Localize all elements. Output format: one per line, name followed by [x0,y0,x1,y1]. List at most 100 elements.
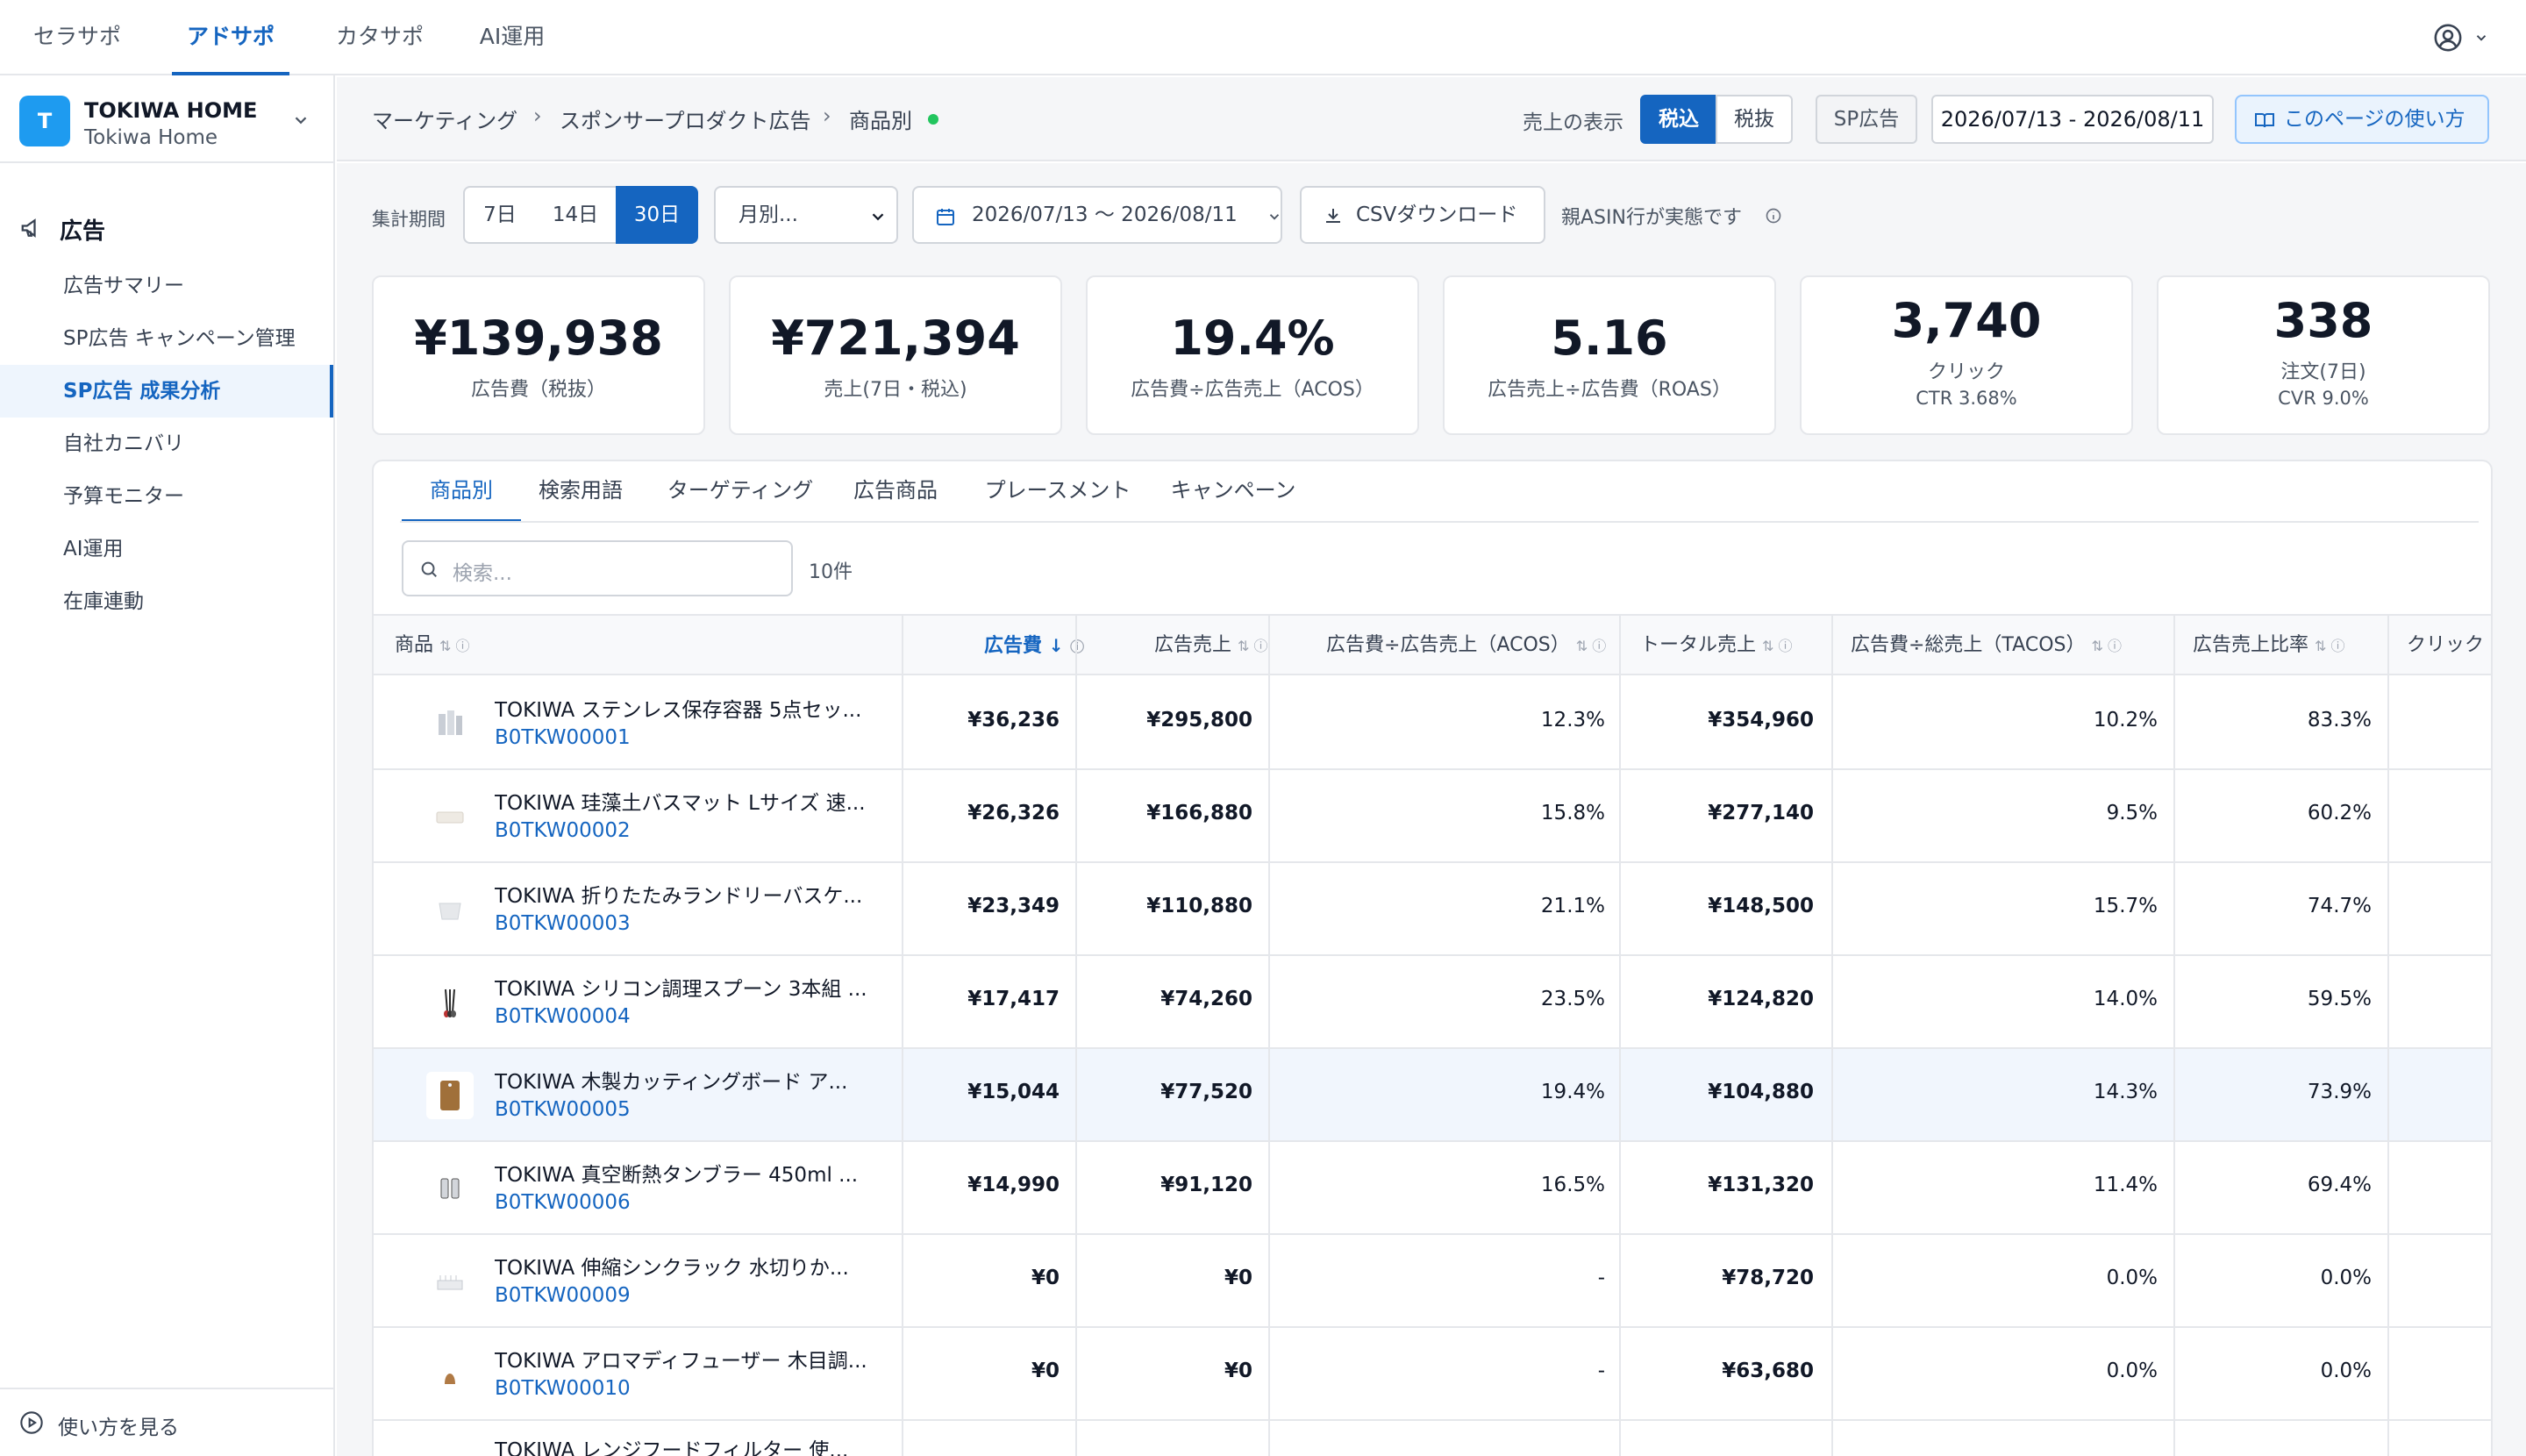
sidebar-item-ad-summary[interactable]: 広告サマリー [0,260,333,312]
csv-download-button[interactable]: CSVダウンロード [1300,186,1545,244]
product-asin-link[interactable]: B0TKW00010 [495,1377,631,1400]
cell-total-sales: ¥78,720 [1722,1267,1814,1289]
product-thumbnail [426,1072,474,1119]
column-header-ad-sales[interactable]: 広告売上 ⇅ ⓘ [1154,616,1268,675]
product-asin-link[interactable]: B0TKW00005 [495,1098,631,1121]
date-range-value: 2026/07/13 〜 2026/08/11 [972,203,1238,226]
kpi-label: 広告費（税抜） [470,379,606,401]
product-asin-link[interactable]: B0TKW00004 [495,1005,631,1028]
product-thumbnail [426,1258,474,1305]
header-date-range[interactable]: 2026/07/13 - 2026/08/11 [1931,95,2214,144]
top-tab-ai[interactable]: AI運用 [467,0,558,75]
product-asin-link[interactable]: B0TKW00006 [495,1191,631,1214]
column-divider [1268,614,1270,1456]
product-asin-link[interactable]: B0TKW00001 [495,726,631,749]
sidebar-item-budget[interactable]: 予算モニター [0,470,333,523]
sidebar-help-label: 使い方を見る [58,1417,179,1439]
product-thumbnail [426,1351,474,1398]
cell-total-sales: ¥131,320 [1708,1174,1814,1196]
kpi-card-clicks: 3,740 クリック CTR 3.68% [1800,275,2133,435]
analysis-table-panel: 商品別 検索用語 ターゲティング 広告商品 プレースメント キャンペーン 検索.… [372,460,2493,1456]
cell-ad-sales-ratio: 59.5% [2307,988,2372,1010]
granularity-select[interactable]: 月別... [714,186,898,244]
breadcrumb-marketing[interactable]: マーケティング [372,103,517,134]
kpi-subvalue: CTR 3.68% [1916,388,2017,409]
cell-ad-sales-ratio: 83.3% [2307,709,2372,732]
store-subname: Tokiwa Home [84,126,218,149]
cell-total-sales: ¥124,820 [1708,988,1814,1010]
tab-campaign[interactable]: キャンペーン [1161,461,1305,523]
parent-asin-note: 親ASIN行が実態です [1561,202,1781,230]
product-asin-link[interactable]: B0TKW00009 [495,1284,631,1307]
top-tab-katasapo[interactable]: カタサポ [321,0,439,75]
breadcrumb-separator: › [533,103,542,128]
sidebar: T TOKIWA HOME Tokiwa Home 広告 広告サマリー SP広告… [0,75,335,1456]
main-content: 集計期間 7日 14日 30日 月別... 2026/07/13 〜 2026/… [337,163,2526,1456]
cell-ad-sales: ¥110,880 [1146,895,1252,917]
kpi-value: 19.4% [1170,310,1335,366]
breadcrumb-sp-ads[interactable]: スポンサープロダクト広告 [560,103,811,134]
cell-total-sales: ¥148,500 [1708,895,1814,917]
calendar-icon [937,209,954,225]
period-30d-button[interactable]: 30日 [616,186,698,244]
kpi-label: クリック [1927,361,2005,383]
kpi-label: 広告売上÷広告費（ROAS） [1488,379,1731,401]
sidebar-item-cannibal[interactable]: 自社カニバリ [0,418,333,470]
column-header-tacos[interactable]: 広告費÷総売上（TACOS） ⇅ ⓘ [1851,616,2122,675]
cell-ad-sales: ¥77,520 [1160,1081,1252,1103]
user-menu[interactable] [2433,23,2494,53]
howto-button[interactable]: このページの使い方 [2235,95,2489,144]
chevron-down-icon [1269,214,1280,220]
column-header-ad-sales-ratio[interactable]: 広告売上比率 ⇅ ⓘ [2193,616,2345,675]
store-switcher[interactable]: T TOKIWA HOME Tokiwa Home [0,75,333,163]
chevron-down-icon [872,213,884,221]
column-header-total-sales[interactable]: トータル売上 ⇅ ⓘ [1640,616,1793,675]
cell-ad-sales-ratio: 60.2% [2307,802,2372,824]
ad-type-badge[interactable]: SP広告 [1816,95,1917,144]
tab-divider [400,521,2479,523]
tax-out-toggle[interactable]: 税抜 [1716,95,1793,144]
product-thumbnail [426,1165,474,1212]
granularity-value: 月別... [739,203,798,226]
kpi-value: 5.16 [1551,310,1668,366]
breadcrumb-current: 商品別 [849,109,912,133]
store-logo: T [19,96,70,146]
column-header-product[interactable]: 商品 ⇅ ⓘ [395,616,470,675]
search-placeholder: 検索... [453,562,512,585]
sidebar-item-sp-analysis[interactable]: SP広告 成果分析 [0,365,333,418]
tax-in-toggle[interactable]: 税込 [1640,95,1717,144]
cell-ad-sales-ratio: 74.7% [2307,895,2372,917]
top-tab-serasapo[interactable]: セラサポ [18,0,137,75]
date-range-picker[interactable]: 2026/07/13 〜 2026/08/11 [912,186,1282,244]
column-header-acos[interactable]: 広告費÷広告売上（ACOS） ⇅ ⓘ [1326,616,1606,675]
column-divider [2173,614,2175,1456]
sidebar-item-sp-campaign[interactable]: SP広告 キャンペーン管理 [0,312,333,365]
period-7d-button[interactable]: 7日 [463,186,537,244]
info-icon[interactable] [1765,207,1782,225]
sidebar-item-ai[interactable]: AI運用 [0,523,333,575]
sidebar-help-link[interactable]: 使い方を見る [0,1388,333,1456]
period-label: 集計期間 [372,209,446,230]
period-14d-button[interactable]: 14日 [535,186,617,244]
table-search[interactable]: 検索... [402,540,793,596]
csv-download-label: CSVダウンロード [1356,203,1518,226]
play-circle-icon [20,1411,43,1434]
book-icon [2255,113,2274,128]
product-asin-link[interactable]: B0TKW00002 [495,819,631,842]
tab-by-product[interactable]: 商品別 [402,461,521,523]
tab-targeting[interactable]: ターゲティング [654,461,826,523]
user-circle-icon [2434,24,2462,52]
product-name: TOKIWA レンジフードフィルター 使... [495,1439,849,1456]
product-asin-link[interactable]: B0TKW00003 [495,912,631,935]
download-icon [1326,209,1340,223]
tab-placement[interactable]: プレースメント [970,461,1145,523]
tab-ad-products[interactable]: 広告商品 [838,461,953,523]
sidebar-item-inventory[interactable]: 在庫連動 [0,575,333,628]
kpi-label: 広告費÷広告売上（ACOS） [1131,379,1374,401]
column-header-clicks[interactable]: クリック [2407,616,2484,675]
top-tab-adsapo[interactable]: アドサポ [172,0,289,75]
tab-search-terms[interactable]: 検索用語 [526,461,635,523]
column-header-ad-spend[interactable]: 広告費 ↓ ⓘ [984,616,1084,675]
product-thumbnail [426,886,474,933]
product-thumbnail [426,979,474,1026]
